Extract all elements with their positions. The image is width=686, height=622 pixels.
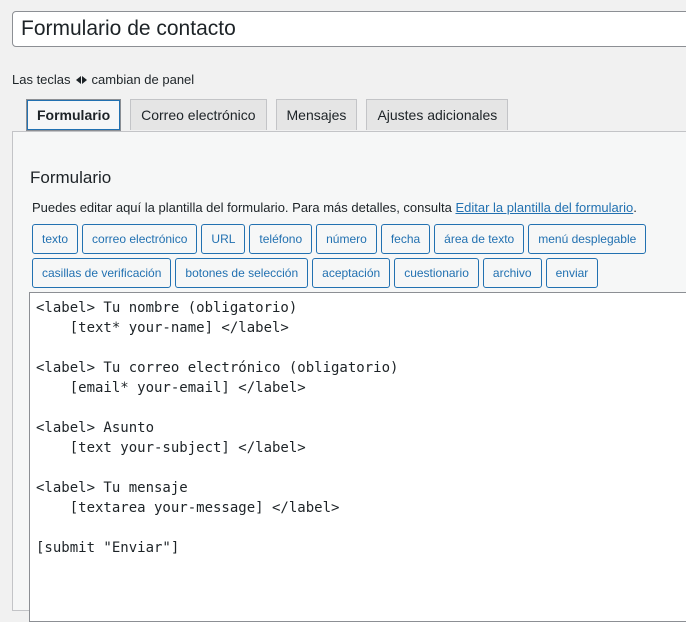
template-line: [text your-subject] </label>: [36, 440, 306, 456]
template-line: <label> Asunto: [36, 420, 155, 436]
form-panel: Formulario Puedes editar aquí la plantil…: [12, 131, 686, 622]
template-line: [text* your-name] </label>: [36, 320, 289, 336]
tag-button-quiz[interactable]: cuestionario: [394, 258, 479, 288]
form-title-input[interactable]: Formulario de contacto: [12, 11, 686, 47]
panel-title: Formulario: [30, 168, 112, 187]
tag-button-url[interactable]: URL: [201, 224, 246, 254]
hint-text-before: Las teclas: [12, 72, 71, 87]
hint-text-after: cambian de panel: [91, 72, 195, 87]
tag-button-number[interactable]: número: [316, 224, 377, 254]
tag-button-text[interactable]: texto: [32, 224, 79, 254]
panel-tabs: Formulario Correo electrónico Mensajes A…: [26, 99, 509, 131]
tag-generator-row-2: casillas de verificación botones de sele…: [32, 258, 599, 288]
description-text: Puedes editar aquí la plantilla del form…: [32, 200, 456, 215]
tab-messages[interactable]: Mensajes: [275, 99, 358, 130]
tab-email[interactable]: Correo electrónico: [130, 99, 267, 130]
template-line: [submit "Enviar"]: [36, 540, 180, 556]
tag-button-dropdown[interactable]: menú desplegable: [528, 224, 647, 254]
tag-button-textarea[interactable]: área de texto: [434, 224, 525, 254]
left-right-arrows-icon: [75, 75, 87, 84]
panel-description: Puedes editar aquí la plantilla del form…: [32, 200, 637, 215]
template-line: <label> Tu mensaje: [36, 480, 188, 496]
description-end: .: [633, 200, 637, 215]
template-line: <label> Tu nombre (obligatorio): [36, 300, 298, 316]
tab-additional-settings[interactable]: Ajustes adicionales: [366, 99, 509, 130]
form-template-editor[interactable]: <label> Tu nombre (obligatorio) [text* y…: [29, 292, 686, 622]
template-line: [textarea your-message] </label>: [36, 500, 340, 516]
tag-button-radio[interactable]: botones de selección: [175, 258, 309, 288]
keyboard-hint: Las teclas cambian de panel: [12, 72, 194, 87]
template-line: <label> Tu correo electrónico (obligator…: [36, 360, 399, 376]
tab-form[interactable]: Formulario: [26, 99, 122, 131]
edit-template-link[interactable]: Editar la plantilla del formulario: [455, 200, 633, 215]
tag-button-checkboxes[interactable]: casillas de verificación: [32, 258, 172, 288]
tag-button-acceptance[interactable]: aceptación: [312, 258, 391, 288]
tag-button-phone[interactable]: teléfono: [249, 224, 313, 254]
template-code[interactable]: <label> Tu nombre (obligatorio) [text* y…: [36, 298, 686, 558]
tag-button-date[interactable]: fecha: [380, 224, 431, 254]
tag-button-file[interactable]: archivo: [482, 258, 542, 288]
tag-button-email[interactable]: correo electrónico: [82, 224, 198, 254]
template-line: [email* your-email] </label>: [36, 380, 306, 396]
tag-generator-row-1: texto correo electrónico URL teléfono nú…: [32, 224, 647, 254]
tag-button-submit[interactable]: enviar: [545, 258, 599, 288]
